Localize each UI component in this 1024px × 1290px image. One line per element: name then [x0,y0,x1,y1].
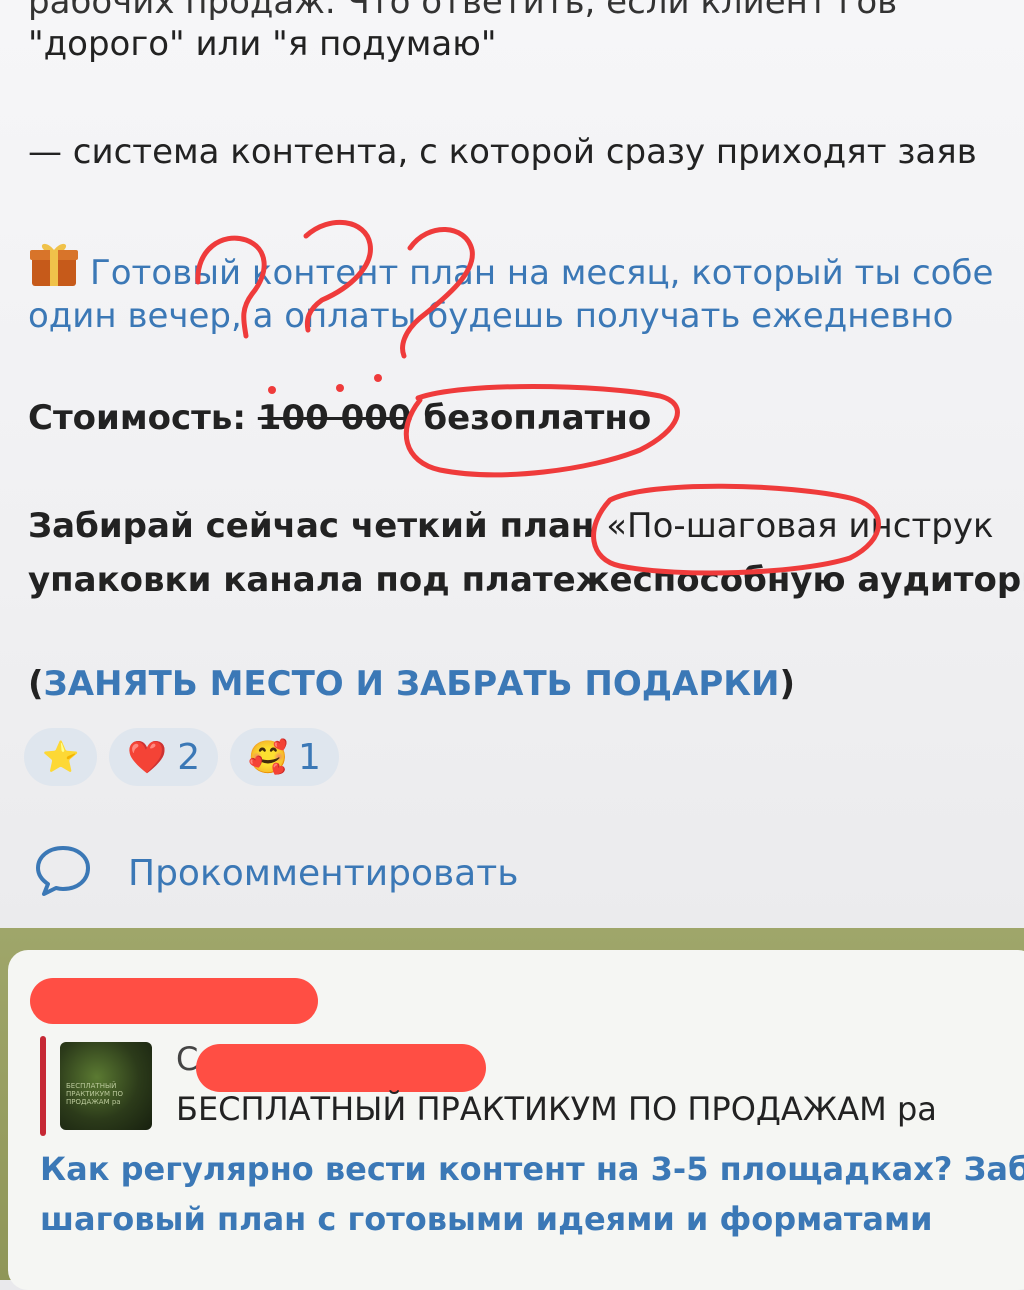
guide-title: «По-шаговая инструк [606,506,994,546]
channel-post: рабочих продаж. Что ответить, если клиен… [0,0,1024,928]
reply-body-line: Как регулярно вести контент на 3-5 площа… [40,1150,1024,1188]
post-text-line: — система контента, с которой сразу прих… [28,132,977,172]
post-text-line: рабочих продаж. Что ответить, если клиен… [28,0,898,22]
channel-thumbnail[interactable]: БЕСПЛАТНЫЙ ПРАКТИКУМ ПО ПРОДАЖАМ ра [60,1042,152,1130]
heart-icon: ❤️ [127,738,168,776]
comment-label: Прокомментировать [128,852,519,894]
reply-title: БЕСПЛАТНЫЙ ПРАКТИКУМ ПО ПРОДАЖАМ ра [176,1090,937,1128]
star-icon: ⭐ [42,739,80,775]
cta-line-2: упаковки канала под платежеспособную ауд… [28,560,1024,600]
quote-bar [40,1036,46,1136]
cta-line: Забирай сейчас четкий план «По-шаговая и… [28,506,994,546]
redaction-mark [196,1044,486,1092]
reaction-count: 1 [297,736,321,778]
gift-line: Готовый контент план на месяц, который т… [28,240,993,297]
redaction-mark [30,978,318,1024]
reaction-count: 2 [177,736,201,778]
claim-link-line: (ЗАНЯТЬ МЕСТО И ЗАБРАТЬ ПОДАРКИ) [28,664,796,704]
thumbnail-caption: БЕСПЛАТНЫЙ ПРАКТИКУМ ПО ПРОДАЖАМ ра [66,1082,124,1106]
old-price: 100 000 [257,398,412,438]
reactions-bar: ⭐ ❤️ 2 🥰 1 [24,728,339,786]
reaction-star[interactable]: ⭐ [24,728,98,786]
post-text-line: "дорого" или "я подумаю" [28,24,497,64]
cost-line: Стоимость: 100 000 безоплатно [28,398,651,438]
reply-body-line: шаговый план с готовыми идеями и формата… [40,1200,933,1238]
claim-gifts-link[interactable]: ЗАНЯТЬ МЕСТО И ЗАБРАТЬ ПОДАРКИ [44,664,780,704]
hugging-face-icon: 🥰 [248,738,288,776]
new-price: безоплатно [423,398,652,438]
comment-bubble-icon [34,844,92,902]
comment-button[interactable]: Прокомментировать [34,838,518,908]
reply-author: С [176,1040,199,1078]
cost-label: Стоимость: [28,398,246,438]
reaction-heart[interactable]: ❤️ 2 [109,728,219,786]
gift-line-2: один вечер, а оплаты будешь получать еже… [28,296,954,336]
reaction-hug[interactable]: 🥰 1 [230,728,339,786]
gift-icon [28,240,80,297]
